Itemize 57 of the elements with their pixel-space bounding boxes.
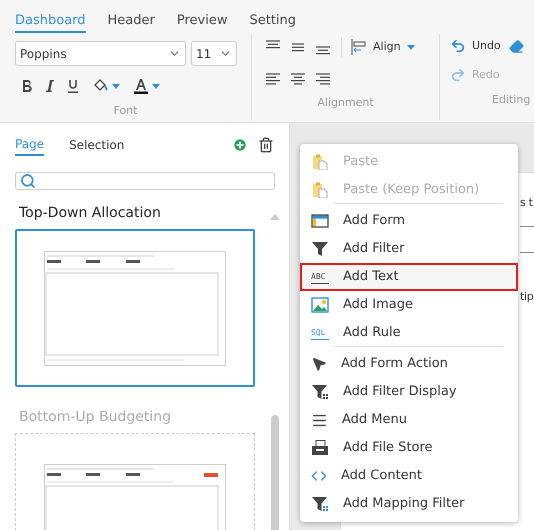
page-card[interactable]: [15, 229, 255, 387]
printer-icon: [311, 440, 329, 456]
bold-icon[interactable]: [22, 80, 32, 92]
underline-icon[interactable]: [68, 80, 78, 92]
page-title: Bottom-Up Budgeting: [19, 408, 172, 427]
menu-item[interactable]: Add Filter Display: [300, 378, 518, 406]
menu-item[interactable]: Add Filter: [300, 235, 518, 263]
redo-icon: [450, 66, 466, 83]
menu-item[interactable]: Add Mapping Filter: [300, 490, 518, 518]
ribbon-tab[interactable]: Preview: [176, 11, 228, 33]
group-label: Alignment: [317, 95, 374, 111]
filter-grid-icon: [311, 384, 329, 400]
caret-icon: [152, 84, 160, 88]
menu-item[interactable]: Add Image: [300, 291, 518, 319]
group-label: Editing: [492, 92, 530, 108]
clipboard-icon: [311, 154, 329, 170]
pointer-icon: [311, 356, 327, 372]
align-right-icon[interactable]: [314, 71, 332, 87]
caret-icon: [112, 84, 120, 88]
sidebar-tab[interactable]: Page: [15, 134, 44, 156]
form-icon: [311, 213, 329, 229]
group-label: Font: [114, 103, 138, 119]
ribbon-tab[interactable]: Setting: [249, 11, 296, 33]
menu-item[interactable]: SQL Add Rule: [300, 319, 518, 350]
font-family-select[interactable]: Poppins: [15, 41, 186, 66]
paint-bucket-icon[interactable]: [92, 79, 108, 93]
menu-item[interactable]: Add Form: [300, 207, 518, 235]
eraser-icon[interactable]: [508, 38, 524, 54]
search-icon: [20, 173, 36, 189]
menu-item[interactable]: Add Content: [300, 462, 518, 490]
ribbon-tab[interactable]: Header: [108, 11, 155, 33]
align-icon: [351, 39, 367, 55]
undo-icon: [450, 38, 466, 54]
menu-item[interactable]: Add Menu: [300, 406, 518, 434]
canvas-text: tip: [520, 288, 534, 304]
undo-button[interactable]: Undo: [450, 38, 501, 54]
sidebar-tab[interactable]: Selection: [69, 136, 124, 154]
menu-item[interactable]: ABC Add Text: [300, 263, 518, 291]
image-icon: [311, 297, 329, 313]
scrollbar-thumb[interactable]: [271, 415, 279, 530]
font-color-icon[interactable]: [134, 78, 148, 94]
caret-icon: [406, 44, 415, 50]
filter-icon: [311, 241, 329, 257]
clipboard-icon: [311, 182, 329, 198]
trash-icon[interactable]: [258, 137, 274, 153]
font-size-select[interactable]: 11: [191, 41, 237, 66]
align-center-icon[interactable]: [289, 71, 307, 87]
canvas-text: s t: [520, 195, 533, 211]
page-title: Top-Down Allocation: [19, 204, 162, 223]
menu-item[interactable]: Add Form Action: [300, 350, 518, 378]
align-button[interactable]: Align: [351, 38, 415, 56]
italic-icon[interactable]: [46, 80, 54, 92]
add-icon[interactable]: [232, 137, 248, 153]
menu-item[interactable]: Add File Store: [300, 434, 518, 462]
align-left-icon[interactable]: [264, 71, 282, 87]
search-field[interactable]: [15, 172, 275, 190]
filter-grid-icon: [311, 496, 329, 512]
